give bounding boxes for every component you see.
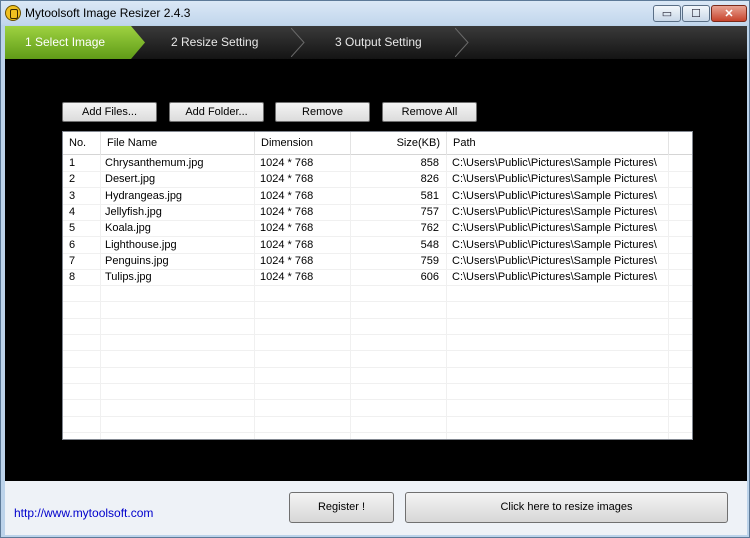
cell-dimension: 1024 * 768	[260, 173, 314, 186]
empty-row	[63, 401, 692, 417]
cell-dimension: 1024 * 768	[260, 271, 314, 284]
cell-no: 2	[69, 173, 76, 186]
empty-row	[63, 286, 692, 303]
file-list[interactable]: No. File Name Dimension Size(KB) Path 1 C…	[62, 131, 693, 440]
cell-path: C:\Users\Public\Pictures\Sample Pictures…	[452, 254, 657, 267]
cell-no: 6	[69, 238, 76, 251]
empty-row	[63, 335, 692, 352]
step-separator-icon	[291, 28, 305, 57]
cell-dimension: 1024 * 768	[260, 254, 314, 267]
cell-path: C:\Users\Public\Pictures\Sample Pictures…	[452, 271, 657, 284]
empty-row	[63, 417, 692, 433]
cell-file-name: Hydrangeas.jpg	[105, 189, 183, 202]
file-list-header: No. File Name Dimension Size(KB) Path	[63, 132, 692, 155]
table-row[interactable]: 8 Tulips.jpg 1024 * 768 606 C:\Users\Public\…	[63, 270, 692, 287]
close-button[interactable]: ✕	[711, 5, 747, 22]
cell-file-name: Penguins.jpg	[105, 254, 169, 267]
empty-row	[63, 303, 692, 319]
cell-path: C:\Users\Public\Pictures\Sample Pictures…	[452, 173, 657, 186]
table-row[interactable]: 2 Desert.jpg 1024 * 768 826 C:\Users\Public\…	[63, 172, 692, 189]
register-button[interactable]: Register !	[289, 492, 394, 523]
table-row[interactable]: 4 Jellyfish.jpg 1024 * 768 757 C:\Users\Publ…	[63, 205, 692, 221]
cell-size: 858	[420, 157, 439, 169]
cell-dimension: 1024 * 768	[260, 238, 314, 251]
table-row[interactable]: 3 Hydrangeas.jpg 1024 * 768 581 C:\Users\Pub…	[63, 189, 692, 205]
window-title: Mytoolsoft Image Resizer 2.4.3	[25, 6, 191, 20]
add-files-button[interactable]: Add Files...	[62, 102, 157, 122]
cell-size: 606	[420, 271, 439, 284]
empty-row	[63, 384, 692, 401]
column-header-dimension[interactable]: Dimension	[255, 132, 351, 155]
column-header-no[interactable]: No.	[63, 132, 101, 155]
cell-no: 4	[69, 205, 76, 218]
footer-bar: http://www.mytoolsoft.com Register ! Cli…	[5, 481, 747, 535]
cell-path: C:\Users\Public\Pictures\Sample Pictures…	[452, 189, 657, 202]
cell-size: 826	[420, 173, 439, 186]
cell-file-name: Chrysanthemum.jpg	[105, 157, 204, 169]
maximize-icon: ☐	[691, 8, 701, 20]
title-bar[interactable]: Mytoolsoft Image Resizer 2.4.3 ▭ ☐ ✕	[1, 1, 749, 25]
table-row[interactable]: 7 Penguins.jpg 1024 * 768 759 C:\Users\Publi…	[63, 254, 692, 270]
column-header-path[interactable]: Path	[447, 132, 669, 155]
app-window: Mytoolsoft Image Resizer 2.4.3 ▭ ☐ ✕ 1 S…	[0, 0, 750, 538]
main-panel: Add Files... Add Folder... Remove Remove…	[5, 59, 747, 481]
website-link[interactable]: http://www.mytoolsoft.com	[14, 506, 153, 520]
cell-no: 8	[69, 271, 76, 284]
cell-size: 581	[420, 189, 439, 202]
resize-images-button[interactable]: Click here to resize images	[405, 492, 728, 523]
cell-no: 1	[69, 157, 76, 169]
close-icon: ✕	[724, 8, 734, 20]
step-select-image[interactable]: 1 Select Image	[5, 26, 145, 59]
cell-file-name: Lighthouse.jpg	[105, 238, 177, 251]
add-folder-button[interactable]: Add Folder...	[169, 102, 264, 122]
cell-file-name: Tulips.jpg	[105, 271, 152, 284]
minimize-icon: ▭	[661, 8, 673, 20]
step-output-setting[interactable]: 3 Output Setting	[335, 26, 422, 59]
step-resize-setting[interactable]: 2 Resize Setting	[171, 26, 258, 59]
cell-path: C:\Users\Public\Pictures\Sample Pictures…	[452, 222, 657, 235]
cell-size: 759	[420, 254, 439, 267]
cell-file-name: Desert.jpg	[105, 173, 156, 186]
cell-dimension: 1024 * 768	[260, 189, 314, 202]
empty-row	[63, 319, 692, 335]
column-header-file-name[interactable]: File Name	[101, 132, 255, 155]
table-row[interactable]: 5 Koala.jpg 1024 * 768 762 C:\Users\Public\P…	[63, 221, 692, 238]
cell-dimension: 1024 * 768	[260, 205, 314, 218]
cell-size: 762	[420, 222, 439, 235]
cell-no: 3	[69, 189, 76, 202]
app-logo-icon	[5, 5, 21, 21]
empty-row	[63, 368, 692, 384]
empty-row	[63, 352, 692, 368]
cell-path: C:\Users\Public\Pictures\Sample Pictures…	[452, 238, 657, 251]
maximize-button[interactable]: ☐	[682, 5, 710, 22]
cell-no: 7	[69, 254, 76, 267]
column-header-size[interactable]: Size(KB)	[351, 132, 447, 155]
cell-size: 548	[420, 238, 439, 251]
table-row[interactable]: 6 Lighthouse.jpg 1024 * 768 548 C:\Users\Pub…	[63, 238, 692, 254]
cell-size: 757	[420, 205, 439, 218]
cell-dimension: 1024 * 768	[260, 157, 314, 169]
cell-file-name: Koala.jpg	[105, 222, 151, 235]
cell-dimension: 1024 * 768	[260, 222, 314, 235]
step-separator-icon	[455, 28, 469, 57]
minimize-button[interactable]: ▭	[653, 5, 681, 22]
cell-file-name: Jellyfish.jpg	[105, 205, 162, 218]
table-row[interactable]: 1 Chrysanthemum.jpg 1024 * 768 858 C:\Users\…	[63, 156, 692, 172]
cell-path: C:\Users\Public\Pictures\Sample Pictures…	[452, 157, 657, 169]
remove-all-button[interactable]: Remove All	[382, 102, 477, 122]
cell-path: C:\Users\Public\Pictures\Sample Pictures…	[452, 205, 657, 218]
cell-no: 5	[69, 222, 76, 235]
remove-button[interactable]: Remove	[275, 102, 370, 122]
wizard-steps: 1 Select Image 2 Resize Setting 3 Output…	[5, 26, 747, 59]
